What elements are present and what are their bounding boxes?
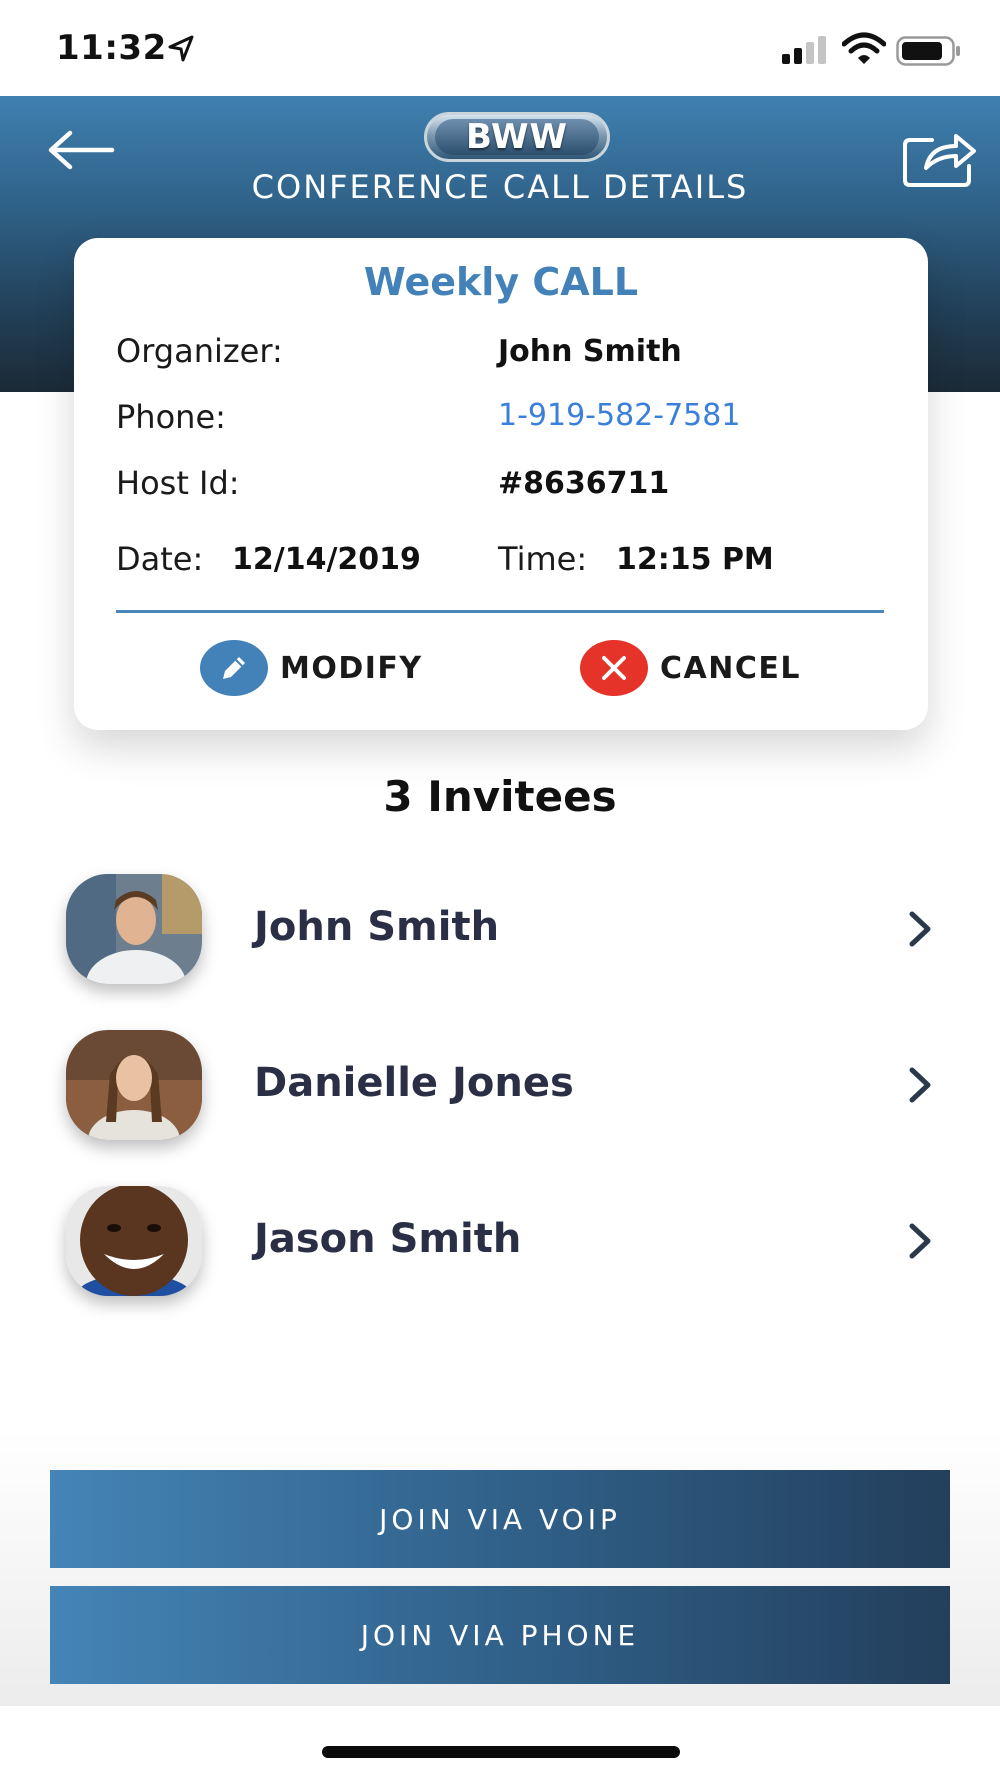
invitee-row-jason-smith[interactable]: Jason Smith xyxy=(0,1186,1000,1306)
brand-logo-text: BWW xyxy=(435,117,599,157)
host-id-label: Host Id: xyxy=(116,464,240,502)
bottom-actions: JOIN VIA VOIP JOIN VIA PHONE xyxy=(0,1430,1000,1706)
time-value: 12:15 PM xyxy=(616,542,774,577)
call-title: Weekly CALL xyxy=(363,260,639,304)
cancel-label: CANCEL xyxy=(660,650,801,686)
cellular-signal-icon xyxy=(782,36,826,64)
avatar xyxy=(66,874,202,984)
home-indicator[interactable] xyxy=(322,1746,680,1758)
battery-icon xyxy=(896,36,960,66)
host-id-value: #8636711 xyxy=(498,466,670,501)
organizer-label: Organizer: xyxy=(116,332,283,370)
chevron-right-icon xyxy=(909,1223,931,1259)
organizer-value: John Smith xyxy=(498,334,682,369)
wifi-icon xyxy=(842,32,886,64)
invitee-row-john-smith[interactable]: John Smith xyxy=(0,874,1000,994)
modify-button[interactable]: MODIFY xyxy=(200,640,423,696)
join-via-phone-button[interactable]: JOIN VIA PHONE xyxy=(50,1586,950,1684)
card-divider xyxy=(116,610,884,613)
avatar xyxy=(66,1030,202,1140)
modify-label: MODIFY xyxy=(280,650,423,686)
invitee-name: Danielle Jones xyxy=(254,1060,574,1106)
status-time: 11:32 xyxy=(56,28,167,68)
date-value: 12/14/2019 xyxy=(232,542,421,577)
location-arrow-icon xyxy=(168,35,194,62)
close-icon xyxy=(580,640,648,696)
pencil-icon xyxy=(200,640,268,696)
invitees-heading: 3 Invitees xyxy=(383,772,617,821)
avatar xyxy=(66,1186,202,1296)
call-details-card: Weekly CALL Organizer: John Smith Phone:… xyxy=(74,238,928,730)
invitee-row-danielle-jones[interactable]: Danielle Jones xyxy=(0,1030,1000,1150)
cancel-button[interactable]: CANCEL xyxy=(580,640,801,696)
invitee-name: Jason Smith xyxy=(254,1216,522,1262)
brand-logo: BWW xyxy=(424,112,610,162)
time-label: Time: xyxy=(498,540,588,578)
chevron-right-icon xyxy=(909,1067,931,1103)
invitee-name: John Smith xyxy=(254,904,500,950)
phone-link[interactable]: 1-919-582-7581 xyxy=(498,398,740,433)
share-icon[interactable] xyxy=(902,126,978,188)
date-label: Date: xyxy=(116,540,204,578)
back-arrow-icon[interactable] xyxy=(46,130,116,170)
page-title: CONFERENCE CALL DETAILS xyxy=(251,168,749,206)
join-via-voip-button[interactable]: JOIN VIA VOIP xyxy=(50,1470,950,1568)
chevron-right-icon xyxy=(909,911,931,947)
phone-label: Phone: xyxy=(116,398,226,436)
status-bar: 11:32 xyxy=(0,0,1000,96)
